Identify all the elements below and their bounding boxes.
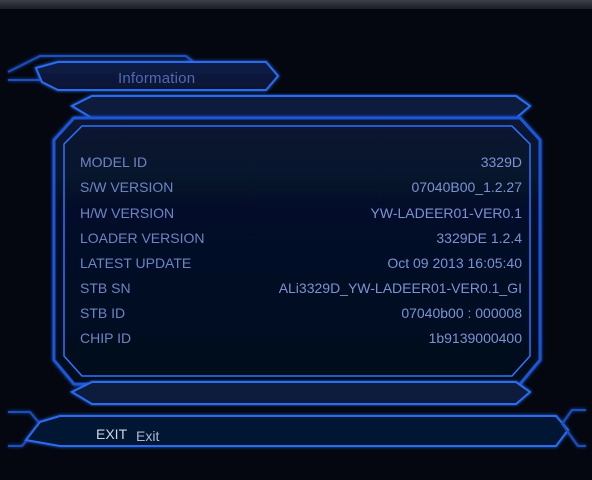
exit-action-label: Exit [136,428,160,444]
model-id-label: MODEL ID [80,154,148,170]
footer-bar [8,409,586,447]
chip-id-label: CHIP ID [80,330,132,346]
info-row-stb-id: STB ID 07040b00 : 000008 [80,303,522,323]
page-title: Information [118,70,196,87]
loader-version-label: LOADER VERSION [80,230,205,246]
info-row-sw-version: S/W VERSION 07040B00_1.2.27 [80,177,522,197]
sw-version-label: S/W VERSION [80,179,174,195]
chip-id-value: 1b9139000400 [428,330,522,346]
stb-id-value: 07040b00 : 000008 [401,305,522,321]
sw-version-value: 07040B00_1.2.27 [411,179,522,195]
hw-version-label: H/W VERSION [80,205,175,221]
info-row-chip-id: CHIP ID 1b9139000400 [80,328,522,348]
loader-version-value: 3329DE 1.2.4 [436,230,522,246]
exit-key-label[interactable]: EXIT [96,426,127,442]
latest-update-label: LATEST UPDATE [80,255,192,271]
info-row-model-id: MODEL ID 3329D [80,152,522,172]
model-id-value: 3329D [480,154,522,170]
upper-bar [69,95,532,119]
hw-version-value: YW-LADEER01-VER0.1 [370,205,522,221]
info-row-hw-version: H/W VERSION YW-LADEER01-VER0.1 [80,203,522,223]
info-row-latest-update: LATEST UPDATE Oct 09 2013 16:05:40 [80,253,522,273]
info-row-stb-sn: STB SN ALi3329D_YW-LADEER01-VER0.1_GI [80,278,522,298]
latest-update-value: Oct 09 2013 16:05:40 [387,255,522,271]
stb-id-label: STB ID [80,305,126,321]
information-screen: Information MODEL ID 3329D S/W VERSION 0… [0,0,592,480]
info-row-loader-version: LOADER VERSION 3329DE 1.2.4 [80,228,522,248]
stb-sn-value: ALi3329D_YW-LADEER01-VER0.1_GI [278,280,522,296]
lower-bar [69,381,532,405]
stb-sn-label: STB SN [80,280,131,296]
